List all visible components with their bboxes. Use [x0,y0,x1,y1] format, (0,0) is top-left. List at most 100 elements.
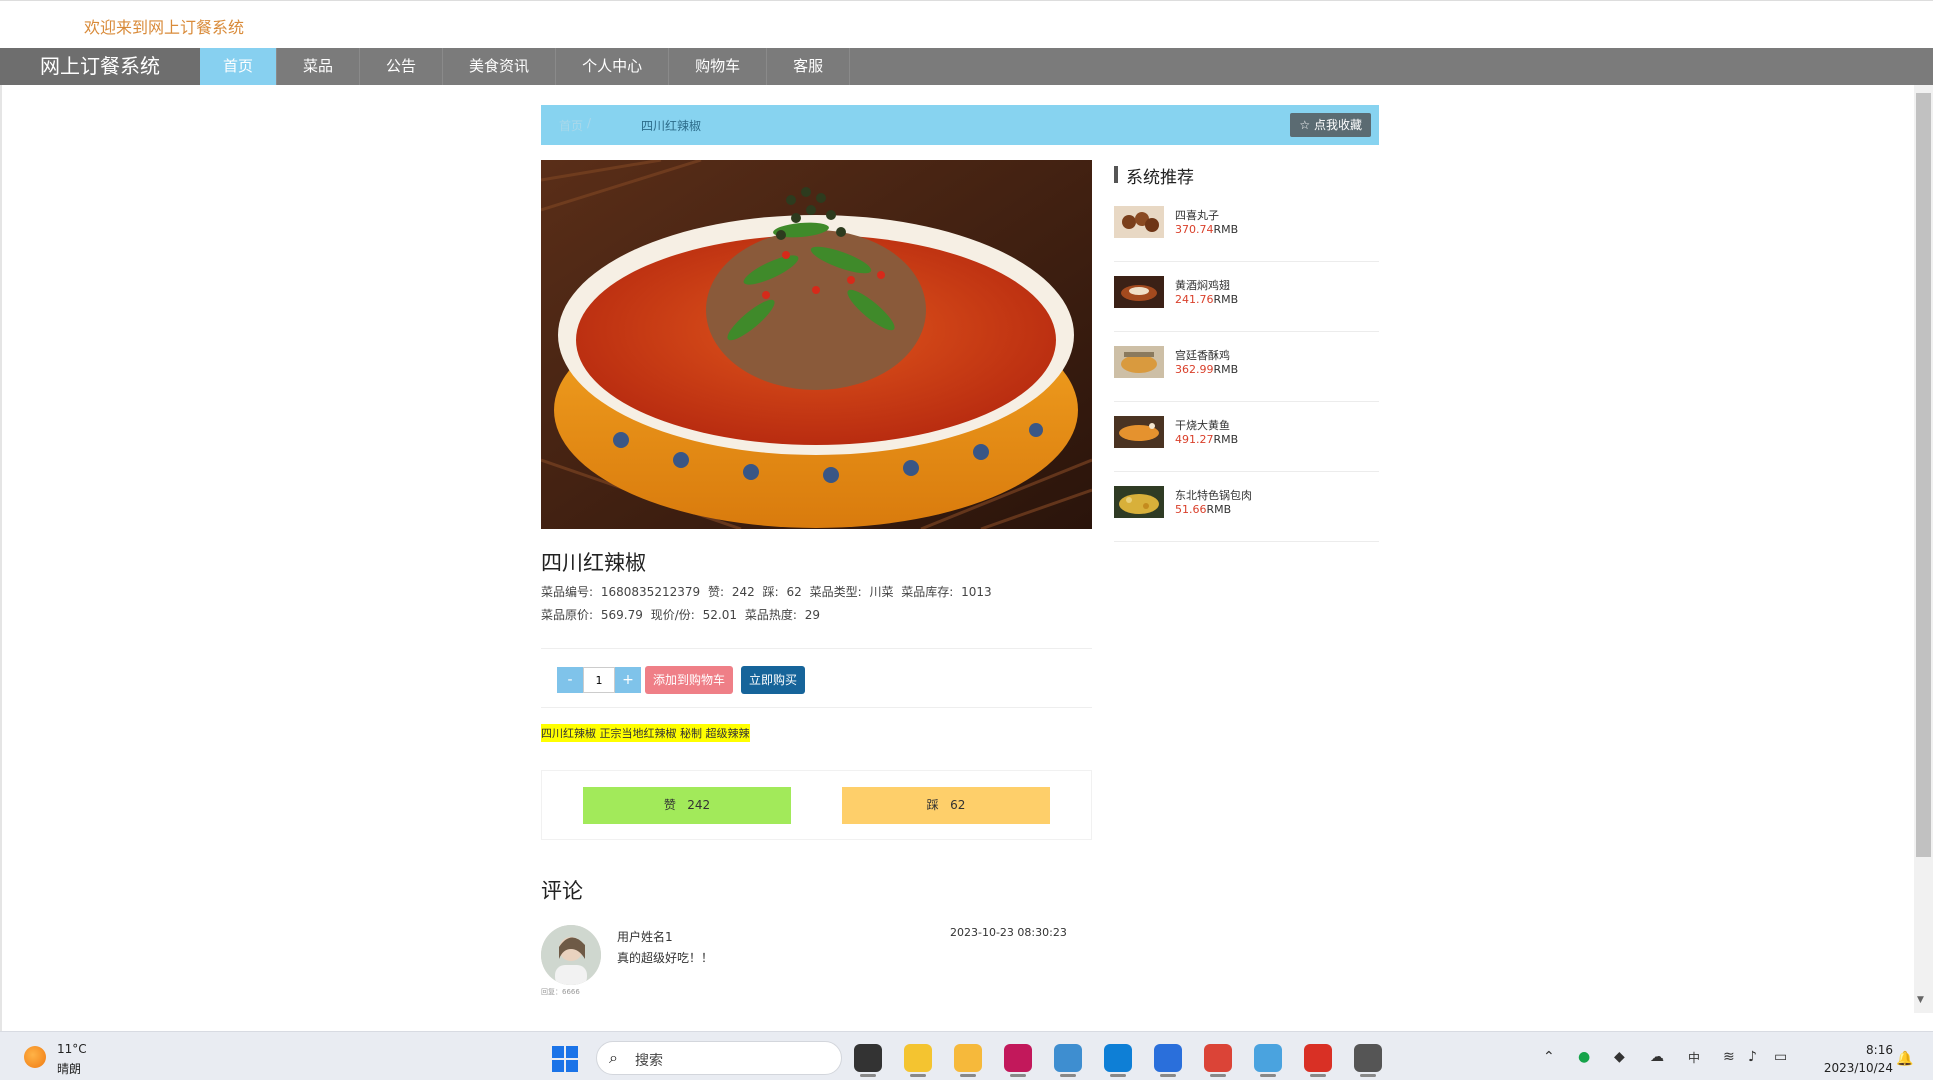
dish-likes: 242 [731,585,755,599]
app-running-indicator [860,1074,876,1077]
like-button[interactable]: 赞 242 [583,787,791,824]
nav-item-home[interactable]: 首页 [200,48,278,85]
start-tile [566,1060,578,1072]
scroll-down-arrow-icon[interactable]: ▼ [1917,995,1924,1005]
favorite-button[interactable]: ☆ 点我收藏 [1290,113,1371,137]
ide-app-icon[interactable] [1004,1044,1032,1072]
browser-app-icon[interactable] [904,1044,932,1072]
quantity-decrease-button[interactable]: - [557,667,583,693]
chevron-up-icon[interactable]: ⌃ [1543,1049,1555,1065]
app-running-indicator [1360,1074,1376,1077]
notification-bell-icon[interactable]: 🔔 [1896,1051,1913,1067]
dish-stock: 1013 [961,585,992,599]
nav-item-dishes[interactable]: 菜品 [277,48,361,85]
nav-item-announcements[interactable]: 公告 [360,48,444,85]
main-navbar: 网上订餐系统 首页 菜品 公告 美食资讯 个人中心 购物车 客服 [0,48,1933,85]
recommendation-thumbnail[interactable] [1114,206,1164,238]
clock-date[interactable]: 2023/10/24 [1812,1061,1893,1075]
breadcrumb-separator: / [587,116,592,130]
weather-temperature[interactable]: 11°C [57,1042,87,1056]
wps-icon[interactable] [1304,1044,1332,1072]
recommendation-item[interactable]: 东北特色锅包肉 51.66RMB [1114,472,1379,542]
dislike-label: 踩 [926,798,939,812]
app-running-indicator [1110,1074,1126,1077]
gallery-app-icon[interactable] [1054,1044,1082,1072]
app-running-indicator [960,1074,976,1077]
welcome-text: 欢迎来到网上订餐系统 [84,18,245,37]
app-running-indicator [1260,1074,1276,1077]
recommendation-item[interactable]: 干烧大黄鱼 491.27RMB [1114,402,1379,472]
cloud-app-icon[interactable] [1254,1044,1282,1072]
nav-item-food-news[interactable]: 美食资讯 [443,48,557,85]
recommendation-thumbnail[interactable] [1114,276,1164,308]
sun-icon[interactable] [24,1046,46,1068]
dish-type: 川菜 [869,585,894,599]
clock-time[interactable]: 8:16 [1845,1043,1893,1057]
edge-icon[interactable] [1104,1044,1132,1072]
avatar-illustration [541,925,601,985]
recommendation-thumbnail[interactable] [1114,346,1164,378]
quantity-increase-button[interactable]: + [615,667,641,693]
notepad-icon[interactable] [1154,1044,1182,1072]
qq-icon[interactable]: ◆ [1614,1049,1625,1065]
recommendations-title: 系统推荐 [1126,168,1194,188]
wifi-icon[interactable]: ≋ [1723,1049,1735,1065]
meatballs-thumb [1114,206,1164,238]
price-currency: RMB [1213,293,1239,306]
taskbar-search-box[interactable]: ⌕ 搜索 [596,1041,842,1075]
dish-type-label: 菜品类型: [809,585,862,599]
cloud-icon[interactable]: ☁ [1650,1049,1664,1065]
scrollbar-thumb[interactable] [1916,93,1931,857]
yellow-croaker-thumb [1114,416,1164,448]
recommendation-item[interactable]: 宫廷香酥鸡 362.99RMB [1114,332,1379,402]
price-value: 370.74 [1175,223,1214,236]
chicken-wings-thumb [1114,276,1164,308]
dish-dislikes-label: 踩: [762,585,779,599]
price-value: 491.27 [1175,433,1214,446]
nav-item-profile[interactable]: 个人中心 [556,48,670,85]
dish-code-label: 菜品编号: [541,585,594,599]
recommendation-item[interactable]: 四喜丸子 370.74RMB [1114,192,1379,262]
recommendation-price: 370.74RMB [1175,223,1238,236]
volume-icon[interactable]: ♪ [1748,1049,1757,1065]
recommendation-name[interactable]: 宫廷香酥鸡 [1175,347,1230,363]
price-value: 51.66 [1175,503,1207,516]
start-tile [552,1046,564,1058]
quantity-input[interactable] [583,667,615,693]
nav-item-cart[interactable]: 购物车 [669,48,768,85]
buy-now-button[interactable]: 立即购买 [741,666,806,694]
recommendation-thumbnail[interactable] [1114,416,1164,448]
windows-start-icon[interactable] [552,1046,578,1072]
weather-description[interactable]: 晴朗 [57,1060,81,1077]
file-explorer-icon[interactable] [954,1044,982,1072]
media-app-icon[interactable] [1354,1044,1382,1072]
site-brand[interactable]: 网上订餐系统 [0,48,200,85]
vote-box: 赞 242 踩 62 [541,770,1092,840]
dislike-button[interactable]: 踩 62 [842,787,1050,824]
wechat-icon[interactable]: ● [1578,1049,1590,1065]
recommendation-thumbnail[interactable] [1114,486,1164,518]
recommendation-price: 362.99RMB [1175,363,1238,376]
nav-item-support[interactable]: 客服 [767,48,851,85]
like-count: 242 [687,798,711,812]
chrome-icon[interactable] [1204,1044,1232,1072]
search-icon: ⌕ [609,1048,618,1067]
search-placeholder: 搜索 [635,1053,663,1069]
original-price-label: 菜品原价: [541,608,594,622]
recommendation-name[interactable]: 干烧大黄鱼 [1175,417,1230,433]
recommendation-name[interactable]: 黄酒焖鸡翅 [1175,277,1230,293]
recommendation-item[interactable]: 黄酒焖鸡翅 241.76RMB [1114,262,1379,332]
breadcrumb-home[interactable]: 首页 [559,117,583,134]
price-value: 362.99 [1175,363,1214,376]
input-method-indicator[interactable]: 中 [1688,1049,1700,1066]
recommendation-name[interactable]: 东北特色锅包肉 [1175,487,1252,503]
price-currency: RMB [1213,363,1239,376]
start-tile [552,1060,564,1072]
price-currency: RMB [1213,223,1239,236]
purchase-box: - + 添加到购物车 立即购买 [541,648,1092,708]
comment-time: 2023-10-23 08:30:23 [950,926,1067,939]
task-view-icon[interactable] [854,1044,882,1072]
add-to-cart-button[interactable]: 添加到购物车 [645,666,734,694]
battery-icon[interactable]: ▭ [1774,1049,1787,1065]
recommendation-name[interactable]: 四喜丸子 [1175,207,1219,223]
